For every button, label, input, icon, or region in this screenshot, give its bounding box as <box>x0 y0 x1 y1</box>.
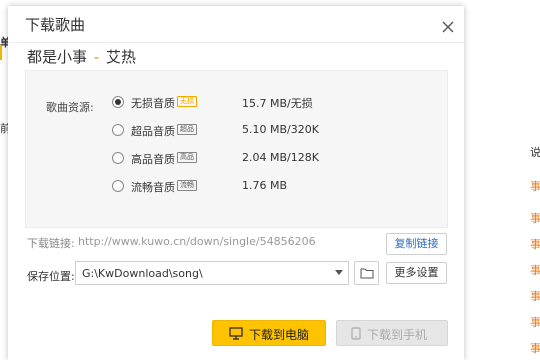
background-accent <box>0 46 2 60</box>
radio-button-selected[interactable] <box>112 96 124 108</box>
copy-link-button[interactable]: 复制链接 <box>386 233 447 255</box>
file-size: 15.7 MB/无损 <box>242 97 313 110</box>
background-text: 事 <box>530 264 540 277</box>
quality-label: 超品音质 <box>131 125 175 138</box>
song-title: 都是小事 - 艾热 <box>27 46 136 67</box>
download-to-pc-button[interactable]: 下载到电脑 <box>212 320 326 346</box>
background-text: 事 <box>530 212 540 225</box>
song-artist: 艾热 <box>106 48 137 66</box>
file-size: 5.10 MB/320K <box>242 123 319 136</box>
download-song-dialog: 下载歌曲 都是小事 - 艾热 歌曲资源: 无损音质 无损 15.7 MB/无损 … <box>8 6 464 360</box>
song-separator: - <box>93 48 100 66</box>
background-right-strip: 说 事 事 事 事 事 事 事 <box>464 0 540 360</box>
background-text: 事 <box>530 238 540 251</box>
file-size: 2.04 MB/128K <box>242 151 319 164</box>
save-location-label: 保存位置: <box>27 270 75 283</box>
song-name: 都是小事 <box>27 48 88 66</box>
background-text: 事 <box>530 342 540 355</box>
download-to-phone-label: 下载到手机 <box>367 328 428 342</box>
quality-label: 流畅音质 <box>131 181 175 194</box>
download-link-url: http://www.kuwo.cn/down/single/54856206 <box>78 235 316 248</box>
quality-label: 无损音质 <box>131 97 175 110</box>
quality-badge: 无损 <box>177 96 197 107</box>
background-text: 事 <box>530 290 540 303</box>
phone-icon <box>351 327 361 340</box>
radio-button[interactable] <box>112 152 124 164</box>
save-path-select[interactable]: G:\KwDownload\song\ <box>75 261 349 285</box>
quality-panel: 歌曲资源: 无损音质 无损 15.7 MB/无损 超品音质 超品 5.10 MB… <box>25 70 448 228</box>
quality-option-high[interactable]: 高品音质 高品 2.04 MB/128K <box>26 151 447 169</box>
more-settings-button[interactable]: 更多设置 <box>386 262 447 284</box>
folder-icon <box>360 268 373 279</box>
divider <box>8 42 464 43</box>
browse-folder-button[interactable] <box>354 261 379 285</box>
quality-label: 高品音质 <box>131 153 175 166</box>
background-text: 说 <box>530 146 540 159</box>
close-icon[interactable] <box>440 19 456 35</box>
file-size: 1.76 MB <box>242 179 288 192</box>
quality-option-super[interactable]: 超品音质 超品 5.10 MB/320K <box>26 123 447 141</box>
background-left-strip: 单 前 <box>0 0 11 360</box>
download-link-label: 下载链接: <box>27 237 75 250</box>
background-text: 事 <box>530 180 540 193</box>
quality-option-smooth[interactable]: 流畅音质 流畅 1.76 MB <box>26 179 447 197</box>
chevron-down-icon[interactable] <box>335 270 343 275</box>
quality-badge: 超品 <box>177 124 197 135</box>
radio-button[interactable] <box>112 124 124 136</box>
radio-button[interactable] <box>112 180 124 192</box>
download-to-phone-button[interactable]: 下载到手机 <box>336 320 448 346</box>
quality-badge: 流畅 <box>177 180 197 191</box>
quality-badge: 高品 <box>177 152 197 163</box>
download-to-pc-label: 下载到电脑 <box>249 328 310 342</box>
background-text: 事 <box>530 316 540 329</box>
quality-option-lossless[interactable]: 无损音质 无损 15.7 MB/无损 <box>26 95 447 113</box>
save-path-value: G:\KwDownload\song\ <box>82 267 203 280</box>
monitor-icon <box>229 327 243 340</box>
dialog-title: 下载歌曲 <box>25 16 86 34</box>
